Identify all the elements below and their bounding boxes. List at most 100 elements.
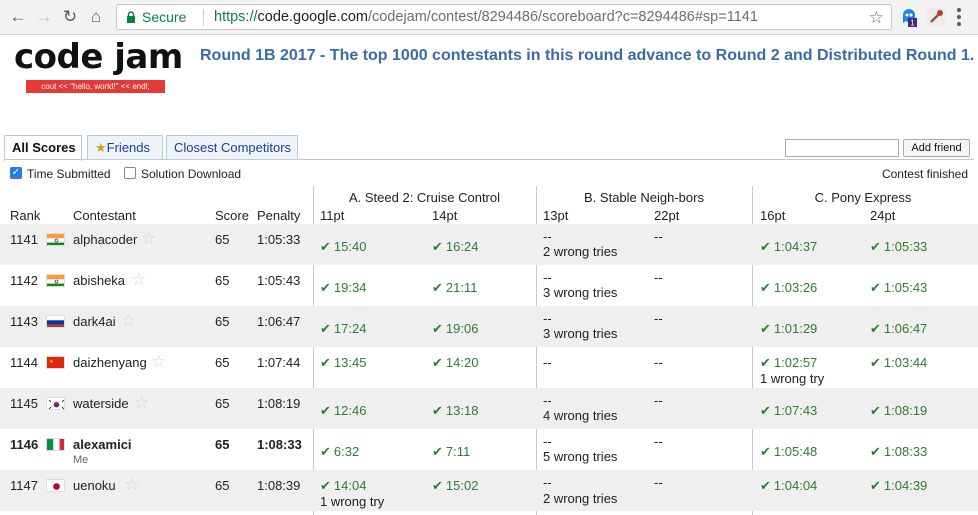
friends-star-icon: ★ [95, 140, 107, 155]
contestant-name[interactable]: uenoku [73, 478, 116, 493]
address-bar[interactable]: Secure https://code.google.com/codejam/c… [116, 4, 892, 30]
country-flag-icon [46, 274, 65, 287]
forward-icon[interactable]: → [34, 7, 54, 27]
problem-b-small-status: -- [543, 434, 552, 449]
penalty-header: Penalty [257, 208, 301, 223]
problem-a-wrong-tries: 1 wrong try [320, 494, 385, 509]
penalty-cell: 1:05:43 [257, 273, 301, 288]
score-header: Score [215, 208, 249, 223]
extension-eyedropper-icon[interactable] [926, 7, 946, 27]
problem-a-large-time: 14:20 [432, 355, 479, 371]
tab-friends[interactable]: ★Friends [87, 135, 163, 160]
country-flag-icon [46, 438, 65, 451]
score-cell: 65 [215, 478, 230, 493]
url-separator [203, 9, 204, 26]
problem-c-large-time: 1:05:43 [870, 280, 927, 296]
country-flag-icon: ★ [46, 356, 65, 369]
rank-cell: 1147 [10, 478, 38, 493]
score-cell: 65 [215, 314, 230, 329]
problem-a-small-time: 12:46 [320, 403, 367, 419]
rank-cell: 1144 [10, 355, 38, 370]
problem-a-large-time: 16:24 [432, 239, 479, 255]
problem-c-small-time: 1:05:48 [760, 444, 817, 460]
tab-all-scores[interactable]: All Scores [4, 135, 82, 161]
penalty-cell: 1:07:44 [257, 355, 301, 370]
problem-a-title[interactable]: A. Steed 2: Cruise Control [313, 190, 536, 205]
codejam-logo[interactable]: code jam [14, 37, 183, 77]
url-text[interactable]: https://code.google.com/codejam/contest/… [214, 9, 758, 25]
logo-tagline: cout << "hello, world!" << endl; [26, 80, 165, 93]
time-submitted-label[interactable]: Time Submitted [27, 167, 111, 181]
problem-a-small-time: 15:40 [320, 239, 367, 255]
bookmark-star-icon[interactable]: ☆ [869, 8, 884, 28]
problem-a-large-time: 15:02 [432, 478, 479, 494]
add-friend-star-icon[interactable]: ☆ [131, 271, 146, 288]
table-row: 1145waterside☆651:08:1912:4613:18----4 w… [0, 388, 978, 429]
contestant-name[interactable]: waterside [73, 396, 129, 411]
contestant-header: Contestant [73, 208, 136, 223]
browser-menu-icon[interactable] [956, 8, 962, 29]
contestant-name[interactable]: abisheka [73, 273, 125, 288]
penalty-cell: 1:08:39 [257, 478, 301, 493]
problem-a-large-time: 13:18 [432, 403, 479, 419]
add-friend-star-icon[interactable]: ☆ [124, 476, 139, 493]
score-cell: 65 [215, 273, 230, 288]
extension-ghost-icon[interactable]: 1 [899, 7, 919, 27]
problem-c-small-time: 1:01:29 [760, 321, 817, 337]
problem-b-large-status: -- [654, 434, 663, 449]
problem-a-small-time: 13:45 [320, 355, 367, 371]
add-friend-button[interactable]: Add friend [903, 139, 970, 157]
problem-a-small-time: 19:34 [320, 280, 367, 296]
tabs-divider [4, 159, 974, 160]
problem-a-large-time: 19:06 [432, 321, 479, 337]
contestant-name[interactable]: dark4ai [73, 314, 116, 329]
tab-closest-competitors[interactable]: Closest Competitors [166, 135, 298, 160]
problem-c-small-time: 1:03:26 [760, 280, 817, 296]
problem-b-small-status: -- [543, 229, 552, 244]
score-cell: 65 [215, 437, 230, 452]
browser-toolbar: ← → ↻ ⌂ Secure https://code.google.com/c… [0, 0, 978, 35]
secure-label: Secure [142, 9, 187, 25]
problem-c-large-time: 1:08:33 [870, 444, 927, 460]
contestant-name[interactable]: alphacoder [73, 232, 137, 247]
problem-b-large-status: -- [654, 393, 663, 408]
penalty-cell: 1:08:19 [257, 396, 301, 411]
problem-a-large-time: 21:11 [432, 280, 478, 296]
rank-cell: 1141 [10, 232, 38, 247]
home-icon[interactable]: ⌂ [86, 7, 106, 27]
time-submitted-checkbox[interactable]: ✓ [10, 167, 22, 179]
reload-icon[interactable]: ↻ [60, 7, 80, 27]
penalty-cell: 1:05:33 [257, 232, 301, 247]
rank-cell: 1143 [10, 314, 38, 329]
contestant-name[interactable]: alexamici [73, 437, 132, 452]
problem-a-large-points: 14pt [432, 208, 458, 223]
problem-c-small-points: 16pt [760, 208, 786, 223]
add-friend-star-icon[interactable]: ☆ [121, 312, 136, 329]
add-friend-star-icon[interactable]: ☆ [141, 230, 156, 247]
table-row: 1147 uenoku ☆ 65 1:08:39 14:04 15:02 1 wrong tr… [0, 470, 978, 511]
problem-b-wrong-tries: 3 wrong tries [543, 285, 618, 300]
contest-status: Contest finished [881, 167, 968, 181]
score-cell: 65 [215, 232, 230, 247]
problem-c-small-time: 1:04:37 [760, 239, 817, 255]
problem-c-large-time: 1:03:44 [870, 355, 927, 371]
problem-b-wrong-tries: 5 wrong tries [543, 449, 618, 464]
problem-c-small-time: 1:07:43 [760, 403, 817, 419]
add-friend-star-icon[interactable]: ☆ [151, 353, 166, 370]
contestant-name[interactable]: daizhenyang [73, 355, 147, 370]
score-cell: 65 [215, 396, 230, 411]
solution-download-checkbox[interactable] [124, 167, 136, 179]
friend-name-input[interactable] [785, 139, 899, 157]
problem-c-title[interactable]: C. Pony Express [752, 190, 974, 205]
problem-b-title[interactable]: B. Stable Neigh-bors [536, 190, 752, 205]
back-icon[interactable]: ← [8, 7, 28, 27]
add-friend-star-icon[interactable]: ☆ [134, 394, 149, 411]
problem-c-large-time: 1:04:39 [870, 478, 927, 494]
lock-icon [127, 11, 135, 23]
country-flag-icon [46, 315, 65, 328]
rank-cell: 1145 [10, 396, 38, 411]
solution-download-label[interactable]: Solution Download [141, 167, 241, 181]
penalty-cell: 1:08:33 [257, 437, 302, 452]
penalty-cell: 1:06:47 [257, 314, 301, 329]
round-title: Round 1B 2017 - The top 1000 contestants… [200, 47, 975, 64]
